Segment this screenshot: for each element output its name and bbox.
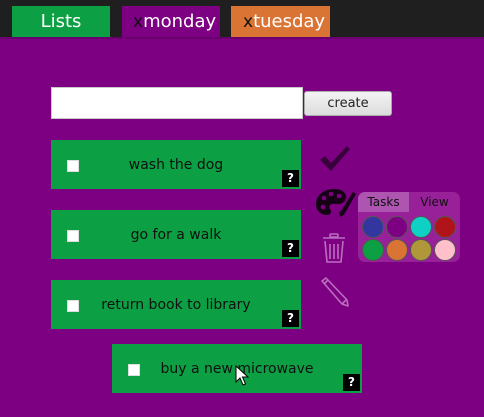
- pencil-icon[interactable]: [318, 276, 350, 308]
- tab-lists-label: Lists: [40, 11, 82, 32]
- task-checkbox[interactable]: [67, 300, 79, 312]
- task-label: wash the dog: [128, 157, 224, 173]
- new-task-input[interactable]: [51, 87, 303, 119]
- app-window: Lists xmonday xtuesday create wash the d…: [0, 0, 484, 417]
- task-item[interactable]: wash the dog ?: [51, 140, 301, 189]
- list-panel: create wash the dog ? go for a walk ? re…: [0, 37, 484, 417]
- color-swatch[interactable]: [410, 239, 432, 261]
- task-checkbox[interactable]: [128, 364, 140, 376]
- palette-tab-tasks[interactable]: Tasks: [358, 192, 409, 212]
- help-icon[interactable]: ?: [282, 310, 299, 327]
- tab-tuesday-close-icon[interactable]: x: [243, 12, 253, 32]
- help-icon[interactable]: ?: [282, 170, 299, 187]
- task-item[interactable]: go for a walk ?: [51, 210, 301, 259]
- palette-icon[interactable]: [315, 186, 357, 218]
- task-checkbox[interactable]: [67, 160, 79, 172]
- help-icon[interactable]: ?: [282, 240, 299, 257]
- color-swatch[interactable]: [362, 239, 384, 261]
- palette-tab-view[interactable]: View: [409, 192, 460, 212]
- trash-icon[interactable]: [321, 232, 347, 264]
- task-item[interactable]: return book to library ?: [51, 280, 301, 329]
- tab-lists[interactable]: Lists: [12, 6, 110, 37]
- tab-bar: Lists xmonday xtuesday: [0, 0, 484, 37]
- create-button[interactable]: create: [304, 91, 392, 116]
- tab-tuesday[interactable]: xtuesday: [231, 6, 330, 37]
- tab-monday[interactable]: xmonday: [122, 6, 220, 37]
- color-palette: Tasks View: [358, 192, 460, 262]
- mouse-cursor-icon: [235, 365, 250, 386]
- tab-tuesday-label: tuesday: [253, 11, 326, 32]
- task-checkbox[interactable]: [67, 230, 79, 242]
- color-swatch[interactable]: [362, 216, 384, 238]
- task-label: go for a walk: [130, 227, 222, 243]
- color-swatch[interactable]: [386, 239, 408, 261]
- color-swatch[interactable]: [410, 216, 432, 238]
- tab-monday-close-icon[interactable]: x: [133, 12, 143, 32]
- color-swatch[interactable]: [386, 216, 408, 238]
- color-swatch[interactable]: [434, 216, 456, 238]
- tab-monday-label: monday: [143, 11, 217, 32]
- task-label: return book to library: [101, 297, 251, 313]
- color-swatch[interactable]: [434, 239, 456, 261]
- help-icon[interactable]: ?: [343, 374, 360, 391]
- check-icon[interactable]: [318, 143, 352, 175]
